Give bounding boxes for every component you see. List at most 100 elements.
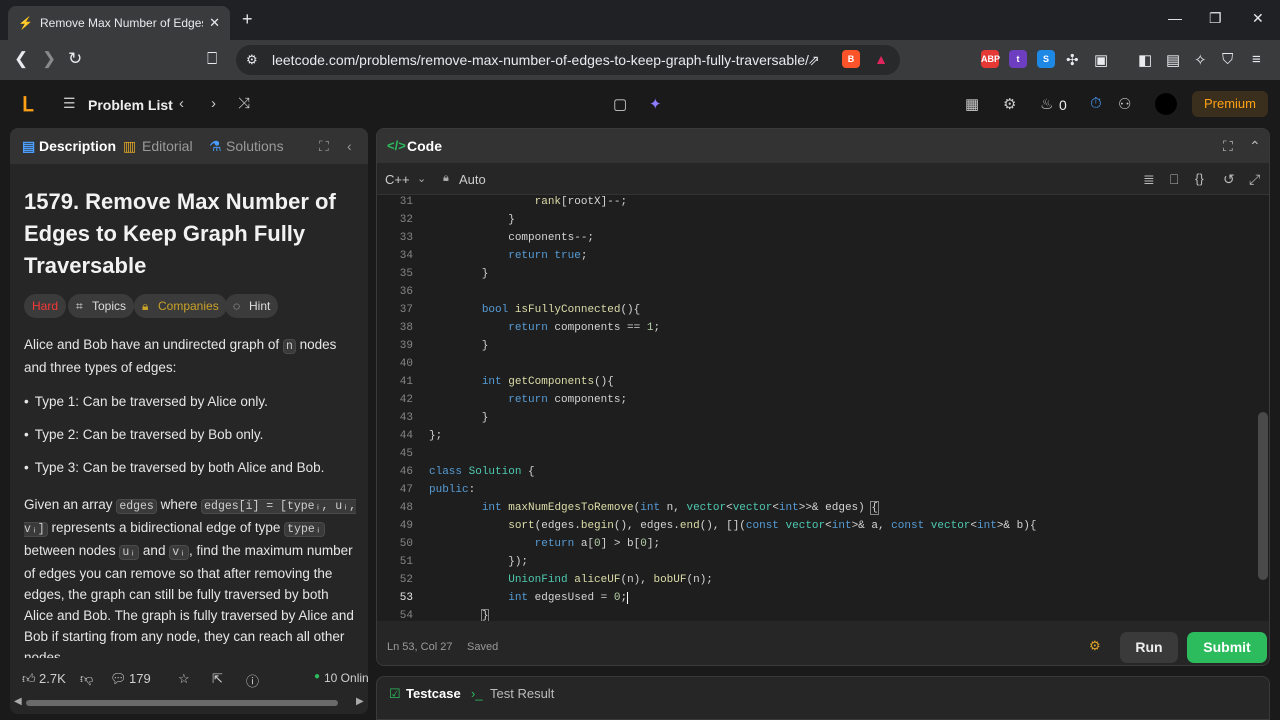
horizontal-scrollbar[interactable] — [26, 700, 338, 706]
timer-icon[interactable]: ⏱ — [1090, 95, 1102, 112]
leetcode-logo-icon[interactable]: ᒪ — [22, 92, 33, 117]
bullet-text-2: Type 2: Can be traversed by Bob only. — [34, 427, 264, 442]
bookmark-icon[interactable]: ⎕ — [1170, 171, 1178, 188]
comment-icon[interactable]: 💬︎ — [110, 671, 127, 687]
random-problem-icon[interactable]: ⤨ — [238, 95, 250, 112]
next-problem-icon[interactable]: › — [211, 95, 216, 112]
run-button[interactable]: Run — [1120, 632, 1178, 663]
topics-label: Topics — [92, 299, 127, 313]
code-header: </> Code ⛶ ⌃ — [377, 129, 1269, 163]
test-panel: ☑ Testcase ›_ Test Result — [376, 676, 1270, 720]
problem-title: 1579. Remove Max Number of Edges to Keep… — [24, 189, 336, 278]
terminal-icon: ›_ — [471, 686, 483, 701]
leetcode-navbar — [0, 80, 1280, 128]
difficulty-badge: Hard — [24, 294, 67, 318]
tab-testcase[interactable]: Testcase — [406, 686, 461, 701]
online-count: 10 Online — [324, 671, 368, 685]
sidebar-icon[interactable]: ◧ — [1138, 51, 1152, 69]
bookmark-icon[interactable]: ⎕ — [207, 49, 217, 69]
code-title: Code — [407, 138, 442, 154]
add-friend-icon[interactable]: ⚇ — [1118, 95, 1131, 113]
companies-button[interactable]: 🔒︎ Companies — [134, 294, 227, 318]
collapse-editor-icon[interactable]: ⌃ — [1249, 138, 1261, 155]
ai-assist-icon[interactable]: ✦ — [649, 95, 662, 113]
maximize-panel-icon[interactable]: ⛶ — [319, 138, 329, 155]
browser-tab-title: Remove Max Number of Edges t — [40, 16, 204, 30]
forward-icon[interactable]: ❯ — [42, 49, 56, 69]
extension-s-icon[interactable]: S — [1037, 50, 1055, 68]
maximize-editor-icon[interactable]: ⛶ — [1223, 138, 1233, 155]
new-tab-icon[interactable]: + — [242, 9, 253, 30]
leo-ai-icon[interactable]: ✧ — [1194, 51, 1207, 69]
reset-icon[interactable]: ↺ — [1223, 171, 1235, 188]
fullscreen-icon[interactable]: ⤢ — [1249, 171, 1260, 188]
code-panel: </> Code ⛶ ⌃ C++ ⌄ 🔒︎ Auto ≣ ⎕ {} ↺ ⤢ 31… — [376, 128, 1270, 666]
layout-icon[interactable]: ▦ — [965, 95, 979, 113]
reload-icon[interactable]: ↻ — [68, 49, 82, 69]
tab-solutions[interactable]: Solutions — [226, 138, 284, 154]
help-icon[interactable]: ⓘ — [246, 671, 259, 690]
scroll-left-icon[interactable]: ◀ — [14, 696, 22, 707]
avatar[interactable] — [1155, 93, 1177, 115]
favorite-star-icon[interactable]: ☆ — [178, 671, 190, 687]
tampermonkey-icon[interactable]: t — [1009, 50, 1027, 68]
problem-list-link[interactable]: Problem List — [88, 97, 173, 113]
lock-icon: 🔒︎ — [142, 299, 149, 313]
brave-rewards-icon[interactable]: ▲ — [872, 50, 890, 68]
minimize-icon[interactable]: — — [1168, 10, 1182, 26]
scroll-right-icon[interactable]: ▶ — [356, 696, 364, 707]
format-icon[interactable]: ≣ — [1143, 171, 1155, 188]
debugger-icon[interactable]: ⚙ — [1089, 638, 1101, 654]
screenshot-icon[interactable]: ▣ — [1094, 51, 1108, 69]
para-text-4: between nodes — [24, 543, 116, 558]
adblock-icon[interactable]: ABP — [981, 50, 1000, 68]
wallet-icon[interactable]: ▤ — [1166, 51, 1180, 69]
site-info-icon[interactable]: ⚙ — [246, 52, 258, 68]
dislike-icon[interactable]: 👎︎ — [80, 671, 93, 687]
browser-tab[interactable]: ⚡ Remove Max Number of Edges t ✕ — [8, 6, 230, 40]
bullet-text-1: Type 1: Can be traversed by Alice only. — [34, 394, 268, 409]
tab-editorial[interactable]: Editorial — [142, 138, 193, 154]
streak-flame-icon[interactable]: ♨ — [1040, 95, 1053, 113]
language-select[interactable]: C++ — [385, 172, 410, 187]
editorial-tab-icon: ▥ — [123, 138, 137, 154]
vpn-icon[interactable]: ⛉ — [1222, 51, 1233, 68]
share-icon[interactable]: ⇗ — [808, 52, 820, 69]
collapse-panel-icon[interactable]: ‹ — [347, 138, 352, 154]
list-icon[interactable]: ☰ — [63, 95, 76, 112]
companies-label: Companies — [158, 299, 219, 313]
tab-description[interactable]: Description — [39, 138, 116, 154]
lightbulb-icon: ◌ — [233, 299, 241, 313]
para-code-1: edges — [116, 499, 157, 514]
back-icon[interactable]: ❮ — [14, 49, 28, 69]
menu-icon[interactable]: ≡ — [1252, 51, 1261, 68]
like-icon[interactable]: 👍︎ — [22, 671, 36, 687]
editor-scrollbar[interactable] — [1258, 412, 1268, 580]
url-text[interactable]: leetcode.com/problems/remove-max-number-… — [272, 52, 809, 68]
chevron-down-icon[interactable]: ⌄ — [417, 172, 426, 185]
para-text-2: where — [160, 497, 198, 512]
settings-gear-icon[interactable]: ⚙ — [1003, 95, 1016, 113]
hint-button[interactable]: ◌ Hint — [225, 294, 279, 318]
auto-mode-label[interactable]: Auto — [459, 172, 486, 187]
share-icon[interactable]: ⇱ — [212, 671, 223, 687]
prev-problem-icon[interactable]: ‹ — [179, 95, 184, 112]
premium-button[interactable]: Premium — [1192, 91, 1268, 117]
comment-count[interactable]: 179 — [129, 671, 151, 686]
code-editor[interactable]: 31 rank[rootX]--; 32 } 33 components--; … — [377, 195, 1269, 623]
browser-tab-bar: ⚡ Remove Max Number of Edges t ✕ + — ❐ ✕ — [0, 0, 1280, 40]
notes-icon[interactable]: ▢ — [613, 95, 627, 113]
close-tab-icon[interactable]: ✕ — [209, 15, 220, 31]
tab-test-result[interactable]: Test Result — [490, 686, 554, 701]
tag-icon: ⌗ — [76, 299, 83, 313]
braces-icon[interactable]: {} — [1195, 171, 1204, 186]
topics-button[interactable]: ⌗ Topics — [68, 294, 135, 318]
submit-button[interactable]: Submit — [1187, 632, 1267, 663]
para-text-3: represents a bidirectional edge of type — [51, 520, 281, 535]
extensions-icon[interactable]: ✣ — [1066, 51, 1079, 69]
restore-icon[interactable]: ❐ — [1209, 10, 1222, 27]
brave-shield-icon[interactable]: B — [842, 50, 860, 68]
lock-icon: 🔒︎ — [443, 172, 449, 184]
window-close-icon[interactable]: ✕ — [1252, 10, 1264, 27]
like-count[interactable]: 2.7K — [39, 671, 66, 686]
